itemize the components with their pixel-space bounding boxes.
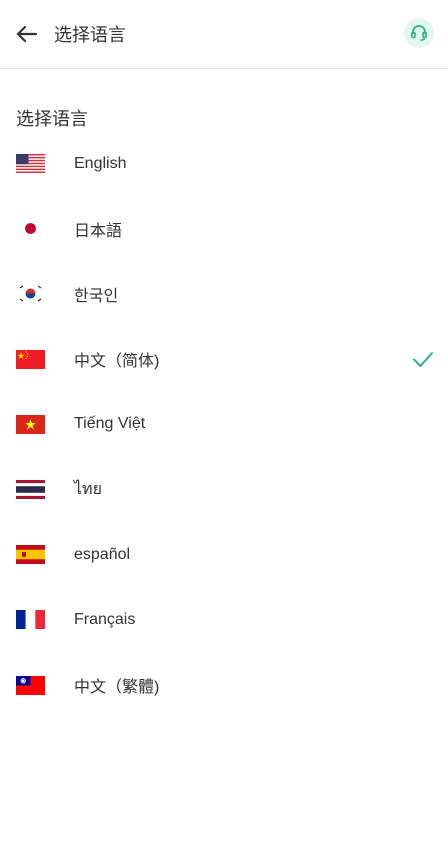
language-option-thai[interactable]: ไทย [0, 457, 448, 522]
language-label: ไทย [74, 481, 102, 499]
headset-icon [410, 25, 428, 41]
language-option-chinese-traditional[interactable]: 中文（繁體) [0, 653, 448, 718]
page-title: 选择语言 [54, 25, 126, 45]
language-option-spanish[interactable]: español [0, 522, 448, 587]
language-label: 한국인 [74, 287, 119, 305]
language-option-korean[interactable]: 한국인 [0, 261, 448, 326]
language-label: English [74, 154, 127, 172]
arrow-left-icon [16, 25, 37, 43]
language-label: español [74, 545, 131, 563]
language-option-french[interactable]: Français [0, 587, 448, 652]
spain-flag-icon [16, 545, 45, 565]
language-label: 中文（简体) [74, 353, 160, 371]
back-button[interactable] [14, 22, 38, 46]
korea-flag-icon [16, 284, 45, 304]
vietnam-flag-icon [16, 414, 45, 434]
language-option-japanese[interactable]: 日本語 [0, 196, 448, 261]
us-flag-icon [16, 154, 45, 174]
language-option-vietnamese[interactable]: Tiếng Việt [0, 392, 448, 457]
language-option-chinese-simplified[interactable]: 中文（简体) [0, 327, 448, 392]
language-label: 中文（繁體) [74, 679, 160, 697]
china-flag-icon [16, 349, 45, 369]
france-flag-icon [16, 610, 45, 630]
customer-support-button[interactable] [404, 18, 434, 48]
language-label: Tiếng Việt [74, 415, 146, 433]
section-title: 选择语言 [16, 109, 88, 129]
checkmark-icon [413, 352, 433, 368]
language-list: English 日本語 한국인 中文（简体) Tiếng Việt ไทย es… [0, 131, 448, 718]
thailand-flag-icon [16, 480, 45, 500]
language-label: Français [74, 610, 136, 628]
top-bar: 选择语言 [0, 0, 448, 69]
language-option-english[interactable]: English [0, 131, 448, 196]
language-label: 日本語 [74, 222, 123, 240]
japan-flag-icon [16, 219, 45, 239]
taiwan-flag-icon [16, 675, 45, 695]
